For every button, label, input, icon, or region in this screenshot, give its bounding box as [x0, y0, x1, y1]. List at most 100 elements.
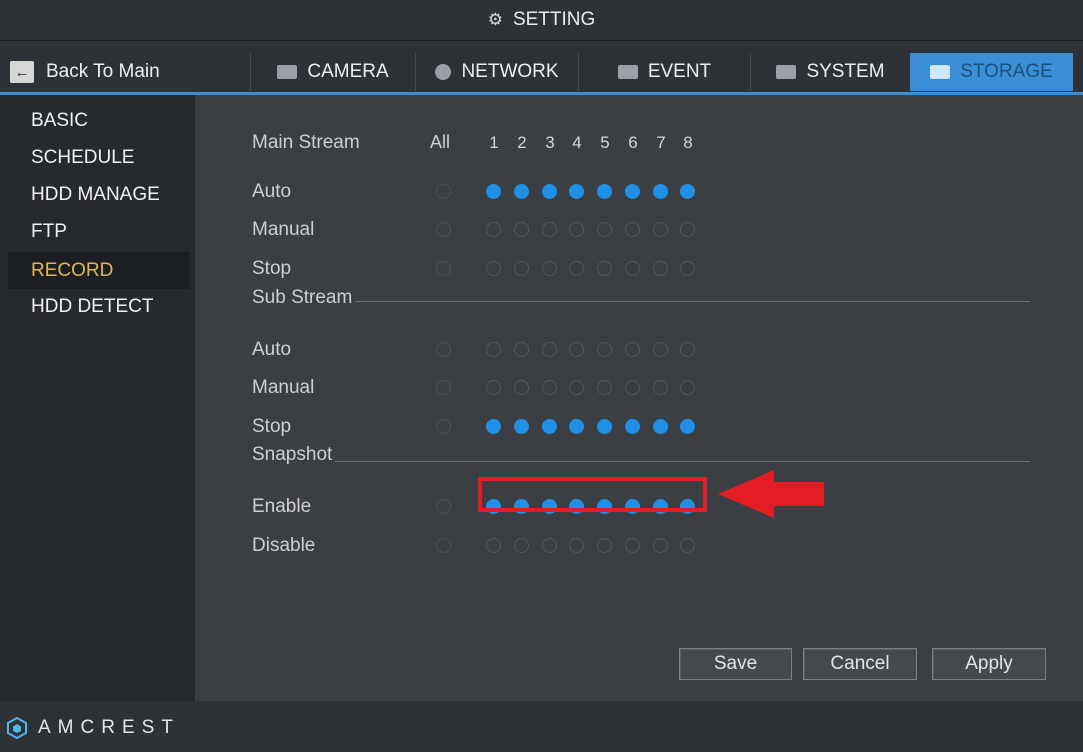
sub-stream-heading: Sub Stream [252, 287, 353, 308]
sidebar-item-label: FTP [31, 220, 67, 242]
sub-channel-radio[interactable] [625, 380, 640, 395]
cancel-button[interactable]: Cancel [803, 648, 917, 680]
sub-channel-radio[interactable] [597, 342, 612, 357]
sub-channel-radio[interactable] [569, 380, 584, 395]
main-row-label: Manual [252, 219, 315, 240]
snapshot-channel-radio[interactable] [680, 538, 695, 553]
snapshot-enable-highlight [478, 477, 707, 512]
snapshot-row-label: Disable [252, 535, 316, 556]
sub-channel-radio[interactable] [569, 419, 584, 434]
main-channel-radio[interactable] [625, 184, 640, 199]
tab-network[interactable]: NETWORK [415, 53, 578, 91]
main-all-radio[interactable] [436, 222, 451, 237]
main-channel-radio[interactable] [625, 222, 640, 237]
snapshot-channel-radio[interactable] [653, 538, 668, 553]
sidebar-item-label: HDD DETECT [31, 295, 154, 317]
main-all-radio[interactable] [436, 184, 451, 199]
sub-channel-radio[interactable] [597, 380, 612, 395]
sidebar-item-label: RECORD [31, 259, 114, 281]
main-channel-radio[interactable] [542, 222, 557, 237]
save-button[interactable]: Save [679, 648, 792, 680]
main-channel-radio[interactable] [597, 184, 612, 199]
main-channel-radio[interactable] [569, 184, 584, 199]
sub-channel-radio[interactable] [514, 380, 529, 395]
sub-channel-radio[interactable] [653, 342, 668, 357]
sub-channel-radio[interactable] [542, 342, 557, 357]
main-channel-radio[interactable] [514, 184, 529, 199]
sub-channel-radio[interactable] [653, 419, 668, 434]
main-channel-radio[interactable] [514, 261, 529, 276]
tab-event[interactable]: EVENT [578, 53, 750, 91]
back-to-main-button[interactable]: ← Back To Main [10, 55, 160, 89]
sub-channel-radio[interactable] [542, 419, 557, 434]
main-channel-radio[interactable] [486, 222, 501, 237]
main-channel-radio[interactable] [680, 222, 695, 237]
sub-channel-radio[interactable] [486, 342, 501, 357]
sub-channel-radio[interactable] [486, 419, 501, 434]
main-channel-radio[interactable] [597, 261, 612, 276]
tab-camera[interactable]: CAMERA [250, 53, 415, 91]
sub-channel-radio[interactable] [625, 342, 640, 357]
main-channel-radio[interactable] [542, 184, 557, 199]
snapshot-channel-radio[interactable] [486, 538, 501, 553]
main-channel-radio[interactable] [542, 261, 557, 276]
sub-row-label: Auto [252, 339, 292, 360]
sub-channel-radio[interactable] [680, 342, 695, 357]
sidebar-item-schedule[interactable]: SCHEDULE [8, 139, 189, 176]
sidebar-item-basic[interactable]: BASIC [8, 102, 189, 139]
sidebar-item-record[interactable]: RECORD [8, 252, 189, 289]
gear-icon: ⚙ [487, 10, 503, 29]
bottom-bar: AMCREST [0, 701, 1083, 752]
amcrest-logo-icon [7, 717, 27, 739]
main-channel-radio[interactable] [514, 222, 529, 237]
sidebar-item-label: HDD MANAGE [31, 183, 160, 205]
main-channel-radio[interactable] [486, 184, 501, 199]
tab-system[interactable]: SYSTEM [750, 53, 910, 91]
main-channel-radio[interactable] [625, 261, 640, 276]
channel-header: 8 [683, 133, 693, 152]
main-channel-radio[interactable] [569, 261, 584, 276]
snapshot-all-radio[interactable] [436, 499, 451, 514]
sidebar-item-ftp[interactable]: FTP [8, 213, 189, 250]
sidebar-item-hdd-detect[interactable]: HDD DETECT [8, 288, 189, 325]
sub-all-radio[interactable] [436, 419, 451, 434]
main-row-label: Stop [252, 258, 292, 279]
globe-icon [435, 64, 452, 80]
snapshot-channel-radio[interactable] [514, 538, 529, 553]
snapshot-channel-radio[interactable] [597, 538, 612, 553]
sub-channel-radio[interactable] [680, 419, 695, 434]
record-settings-panel: Main Stream All 1 2 3 4 5 6 7 8 Sub Stre… [195, 95, 1083, 701]
main-channel-radio[interactable] [653, 261, 668, 276]
main-channel-radio[interactable] [569, 222, 584, 237]
main-all-radio[interactable] [436, 261, 451, 276]
sub-channel-radio[interactable] [653, 380, 668, 395]
main-channel-radio[interactable] [653, 184, 668, 199]
main-channel-radio[interactable] [597, 222, 612, 237]
sidebar: BASIC SCHEDULE HDD MANAGE FTP RECORD HDD… [0, 95, 195, 701]
sub-channel-radio[interactable] [542, 380, 557, 395]
main-row-label: Auto [252, 181, 292, 202]
main-channel-radio[interactable] [680, 261, 695, 276]
snapshot-channel-radio[interactable] [625, 538, 640, 553]
tab-label: SYSTEM [806, 61, 885, 82]
apply-button[interactable]: Apply [932, 648, 1046, 680]
sub-channel-radio[interactable] [680, 380, 695, 395]
sub-channel-radio[interactable] [514, 419, 529, 434]
tab-storage[interactable]: STORAGE [910, 53, 1073, 91]
sub-channel-radio[interactable] [514, 342, 529, 357]
main-channel-radio[interactable] [680, 184, 695, 199]
channel-header: 5 [600, 133, 610, 152]
sub-channel-radio[interactable] [569, 342, 584, 357]
sub-channel-radio[interactable] [597, 419, 612, 434]
snapshot-channel-radio[interactable] [569, 538, 584, 553]
back-label: Back To Main [46, 61, 160, 82]
main-channel-radio[interactable] [653, 222, 668, 237]
sub-channel-radio[interactable] [486, 380, 501, 395]
sub-all-radio[interactable] [436, 342, 451, 357]
main-channel-radio[interactable] [486, 261, 501, 276]
snapshot-channel-radio[interactable] [542, 538, 557, 553]
sub-all-radio[interactable] [436, 380, 451, 395]
snapshot-all-radio[interactable] [436, 538, 451, 553]
sidebar-item-hdd-manage[interactable]: HDD MANAGE [8, 176, 189, 213]
sub-channel-radio[interactable] [625, 419, 640, 434]
